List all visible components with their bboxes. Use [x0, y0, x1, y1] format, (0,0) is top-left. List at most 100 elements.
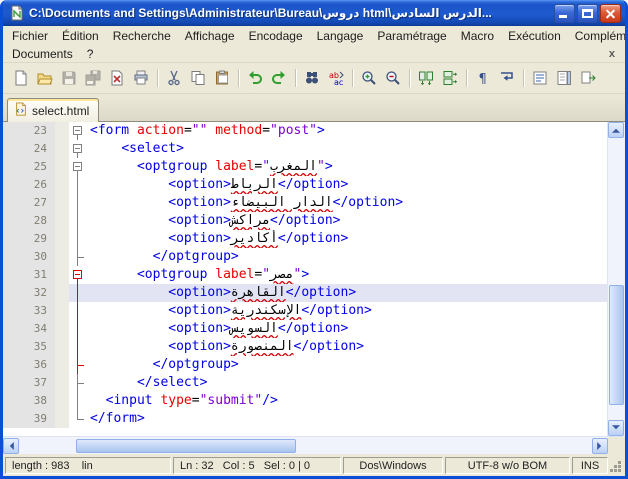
menu-item-encodage[interactable]: Encodage — [242, 27, 310, 45]
fold-collapse-icon[interactable] — [69, 140, 87, 158]
fold-guide — [69, 176, 87, 194]
line-number[interactable]: 26 — [3, 176, 55, 194]
fold-collapse-icon[interactable] — [69, 122, 87, 140]
line-number[interactable]: 36 — [3, 356, 55, 374]
menu-item-help[interactable]: ? — [80, 45, 101, 63]
document-map-icon[interactable] — [553, 67, 575, 89]
line-number[interactable]: 35 — [3, 338, 55, 356]
show-all-characters-icon[interactable] — [472, 67, 494, 89]
word-wrap-icon[interactable] — [496, 67, 518, 89]
fold-guide — [69, 212, 87, 230]
menu-item-documents[interactable]: Documents — [5, 45, 80, 63]
line-number[interactable]: 33 — [3, 302, 55, 320]
zoom-in-icon[interactable] — [358, 67, 380, 89]
vertical-scrollbar[interactable] — [607, 122, 625, 436]
scroll-right-icon[interactable] — [592, 437, 608, 454]
horizontal-scroll-track[interactable] — [19, 438, 592, 454]
menu-item-affichage[interactable]: Affichage — [178, 27, 242, 45]
editor-line-34[interactable]: 34 <option>السويس</option> — [3, 320, 607, 338]
line-number[interactable]: 30 — [3, 248, 55, 266]
resize-grip[interactable] — [610, 457, 623, 474]
editor-line-25[interactable]: 25 <optgroup label="المغرب"> — [3, 158, 607, 176]
print-icon[interactable] — [130, 67, 152, 89]
line-number[interactable]: 23 — [3, 122, 55, 140]
menu-item-langage[interactable]: Langage — [310, 27, 371, 45]
sync-horizontal-scroll-icon[interactable] — [439, 67, 461, 89]
redo-icon[interactable] — [268, 67, 290, 89]
menu-item-parametrage[interactable]: Paramétrage — [370, 27, 453, 45]
line-number[interactable]: 24 — [3, 140, 55, 158]
scroll-left-icon[interactable] — [3, 437, 19, 454]
editor-line-31[interactable]: 31 <optgroup label="مصر"> — [3, 266, 607, 284]
undo-icon[interactable] — [244, 67, 266, 89]
editor-line-26[interactable]: 26 <option>الرباط</option> — [3, 176, 607, 194]
line-number[interactable]: 38 — [3, 392, 55, 410]
fold-guide — [69, 392, 87, 410]
tab-select-html[interactable]: select.html — [7, 98, 100, 122]
editor-line-24[interactable]: 24 <select> — [3, 140, 607, 158]
save-all-icon[interactable] — [82, 67, 104, 89]
line-number[interactable]: 37 — [3, 374, 55, 392]
doc-switcher-icon[interactable] — [577, 67, 599, 89]
vertical-scroll-track[interactable] — [608, 138, 625, 420]
sync-vertical-scroll-icon[interactable] — [415, 67, 437, 89]
editor-line-30[interactable]: 30 </optgroup> — [3, 248, 607, 266]
scroll-down-icon[interactable] — [608, 420, 624, 436]
code-text: <option>المنصورة</option> — [168, 339, 364, 354]
editor-line-32[interactable]: 32 <option>القاهرة</option> — [3, 284, 607, 302]
editor-line-38[interactable]: 38 <input type="submit"/> — [3, 392, 607, 410]
cut-icon[interactable] — [163, 67, 185, 89]
fold-guide — [69, 374, 87, 392]
bookmark-margin — [55, 338, 69, 356]
line-number[interactable]: 29 — [3, 230, 55, 248]
scroll-up-icon[interactable] — [608, 122, 624, 138]
editor-line-36[interactable]: 36 </optgroup> — [3, 356, 607, 374]
line-number[interactable]: 34 — [3, 320, 55, 338]
fold-guide — [69, 356, 87, 374]
horizontal-scrollbar[interactable] — [3, 436, 625, 454]
line-number[interactable]: 27 — [3, 194, 55, 212]
minimize-icon[interactable] — [554, 3, 575, 23]
editor-line-35[interactable]: 35 <option>المنصورة</option> — [3, 338, 607, 356]
editor-line-39[interactable]: 39 </form> — [3, 410, 607, 428]
new-file-icon[interactable] — [10, 67, 32, 89]
editor-line-37[interactable]: 37 </select> — [3, 374, 607, 392]
menu-item-complements[interactable]: Compléments — [568, 27, 625, 45]
menu-item-fichier[interactable]: Fichier — [5, 27, 55, 45]
line-number[interactable]: 39 — [3, 410, 55, 428]
close-file-icon[interactable] — [106, 67, 128, 89]
code-text: <option>السويس</option> — [168, 321, 349, 336]
menubar-close-icon[interactable]: x — [601, 48, 623, 60]
function-list-icon[interactable] — [529, 67, 551, 89]
line-number[interactable]: 25 — [3, 158, 55, 176]
menu-item-macro[interactable]: Macro — [454, 27, 501, 45]
bookmark-margin — [55, 410, 69, 428]
replace-icon[interactable] — [325, 67, 347, 89]
find-icon[interactable] — [301, 67, 323, 89]
menu-item-recherche[interactable]: Recherche — [106, 27, 178, 45]
open-file-icon[interactable] — [34, 67, 56, 89]
bookmark-margin — [55, 158, 69, 176]
horizontal-scroll-thumb[interactable] — [76, 438, 297, 453]
fold-collapse-icon[interactable] — [69, 266, 87, 284]
line-number[interactable]: 31 — [3, 266, 55, 284]
editor-line-33[interactable]: 33 <option>الإسكندرية</option> — [3, 302, 607, 320]
line-number[interactable]: 28 — [3, 212, 55, 230]
menu-item-execution[interactable]: Exécution — [501, 27, 568, 45]
editor-line-27[interactable]: 27 <option>الدار البيضاء</option> — [3, 194, 607, 212]
editor-line-23[interactable]: 23 <form action="" method="post"> — [3, 122, 607, 140]
copy-icon[interactable] — [187, 67, 209, 89]
fold-collapse-icon[interactable] — [69, 158, 87, 176]
vertical-scroll-thumb[interactable] — [609, 284, 624, 406]
close-icon[interactable] — [600, 3, 621, 23]
bookmark-margin — [55, 230, 69, 248]
editor-line-28[interactable]: 28 <option>مراكش</option> — [3, 212, 607, 230]
editor-line-29[interactable]: 29 <option>أكادير</option> — [3, 230, 607, 248]
paste-icon[interactable] — [211, 67, 233, 89]
zoom-out-icon[interactable] — [382, 67, 404, 89]
menu-item-edition[interactable]: Édition — [55, 27, 106, 45]
app-icon[interactable] — [9, 5, 25, 21]
save-icon[interactable] — [58, 67, 80, 89]
line-number[interactable]: 32 — [3, 284, 55, 302]
maximize-icon[interactable] — [577, 3, 598, 23]
